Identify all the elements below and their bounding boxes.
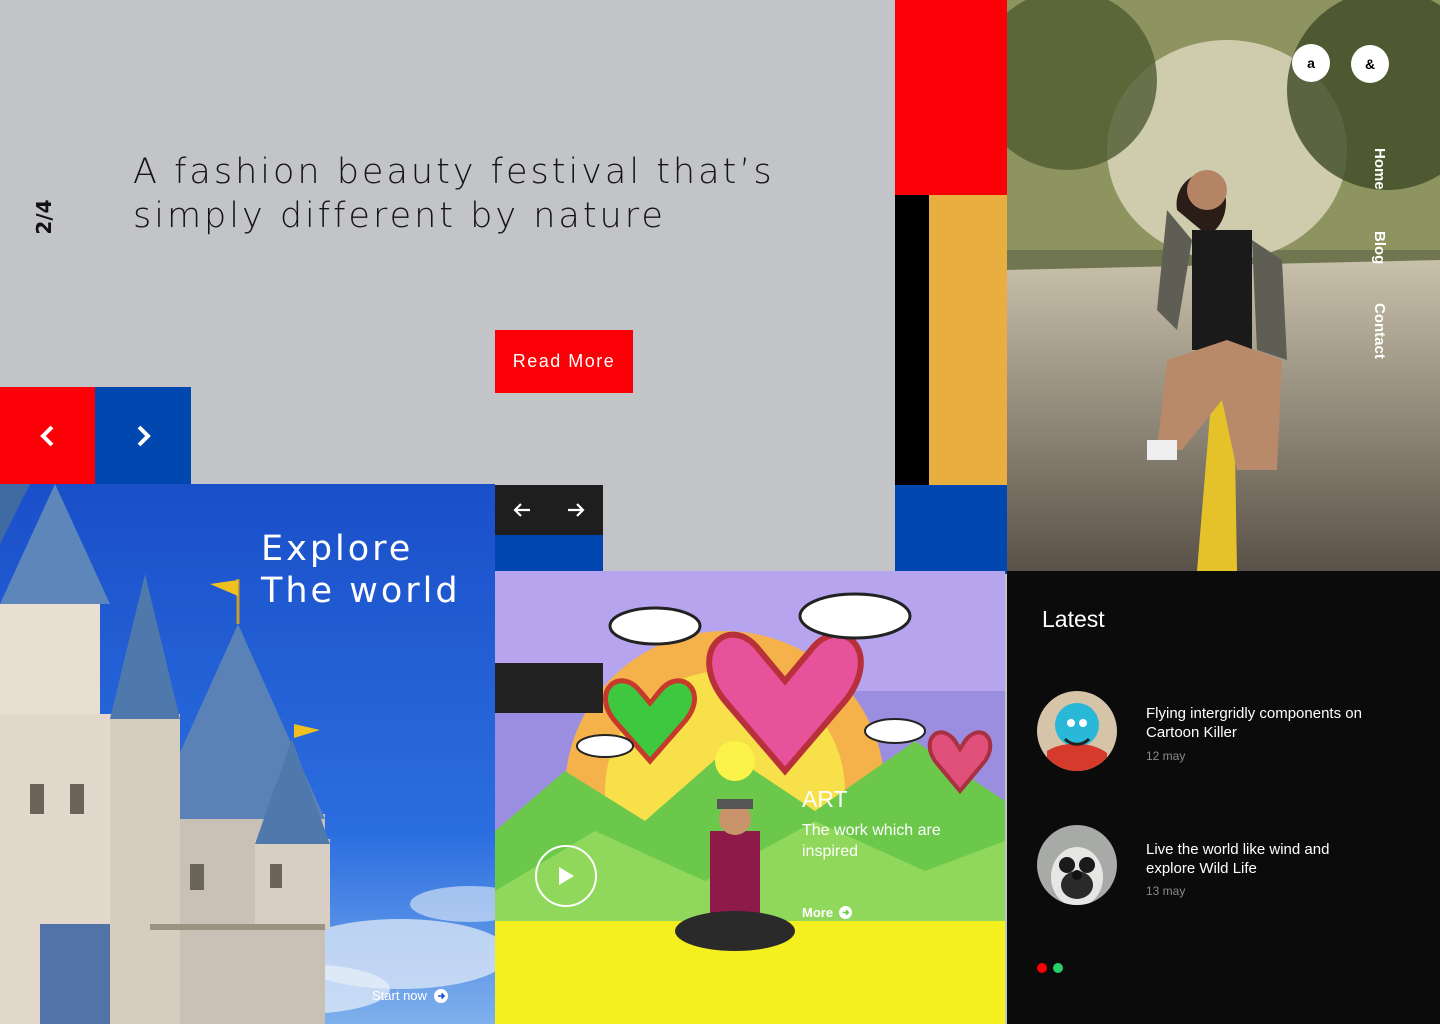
pager-dot[interactable] — [1053, 963, 1063, 973]
play-button[interactable] — [535, 845, 597, 907]
art-photo — [495, 571, 1005, 1024]
red-block — [895, 0, 1007, 195]
latest-post[interactable]: Live the world like wind and explore Wil… — [1037, 825, 1417, 905]
explore-title: Explore The world — [261, 529, 461, 611]
art-more-link[interactable]: More — [802, 905, 853, 920]
arrow-circle-right-icon — [433, 988, 448, 1003]
nav-contact[interactable]: Contact — [1371, 303, 1388, 359]
yellow-block — [929, 195, 1007, 485]
latest-panel — [1007, 571, 1440, 1024]
nav-home[interactable]: Home — [1371, 148, 1388, 190]
play-icon — [559, 867, 574, 885]
hero-title: A fashion beauty festival that’s simply … — [133, 152, 775, 236]
chevron-right-icon — [137, 425, 151, 446]
start-now-link[interactable]: Start now — [372, 988, 448, 1003]
art-more-label: More — [802, 905, 834, 920]
latest-title: Latest — [1042, 606, 1105, 632]
gallery-next-button[interactable] — [549, 485, 603, 535]
arrow-circle-right-icon — [839, 906, 853, 919]
black-block — [895, 195, 929, 485]
woman-photo — [1007, 0, 1440, 571]
post-thumbnail — [1037, 691, 1117, 771]
blue-block — [895, 485, 1007, 574]
nav-blog[interactable]: Blog — [1371, 231, 1388, 264]
slide-counter: 2/4 — [32, 199, 56, 235]
chevron-left-icon — [40, 425, 54, 446]
circle-button-ampersand[interactable]: & — [1351, 45, 1389, 83]
post-date: 13 may — [1146, 884, 1186, 898]
gallery-dark-block — [495, 663, 603, 713]
post-thumbnail — [1037, 825, 1117, 905]
art-subtitle: The work which are inspired — [802, 822, 941, 860]
slider-next-button[interactable] — [95, 387, 191, 484]
circle-button-a[interactable]: a — [1292, 44, 1330, 82]
post-title: Flying intergridly components on Cartoon… — [1146, 705, 1362, 741]
start-now-label: Start now — [372, 988, 427, 1003]
arrow-right-icon — [568, 503, 585, 517]
latest-post[interactable]: Flying intergridly components on Cartoon… — [1037, 691, 1417, 771]
arrow-left-icon — [513, 503, 530, 517]
post-date: 12 may — [1146, 749, 1186, 763]
gallery-prev-button[interactable] — [495, 485, 549, 535]
post-title: Live the world like wind and explore Wil… — [1146, 841, 1330, 877]
read-more-button[interactable]: Read More — [495, 330, 633, 393]
art-title: ART — [802, 786, 848, 812]
slider-prev-button[interactable] — [0, 387, 96, 484]
pager-dot[interactable] — [1037, 963, 1047, 973]
